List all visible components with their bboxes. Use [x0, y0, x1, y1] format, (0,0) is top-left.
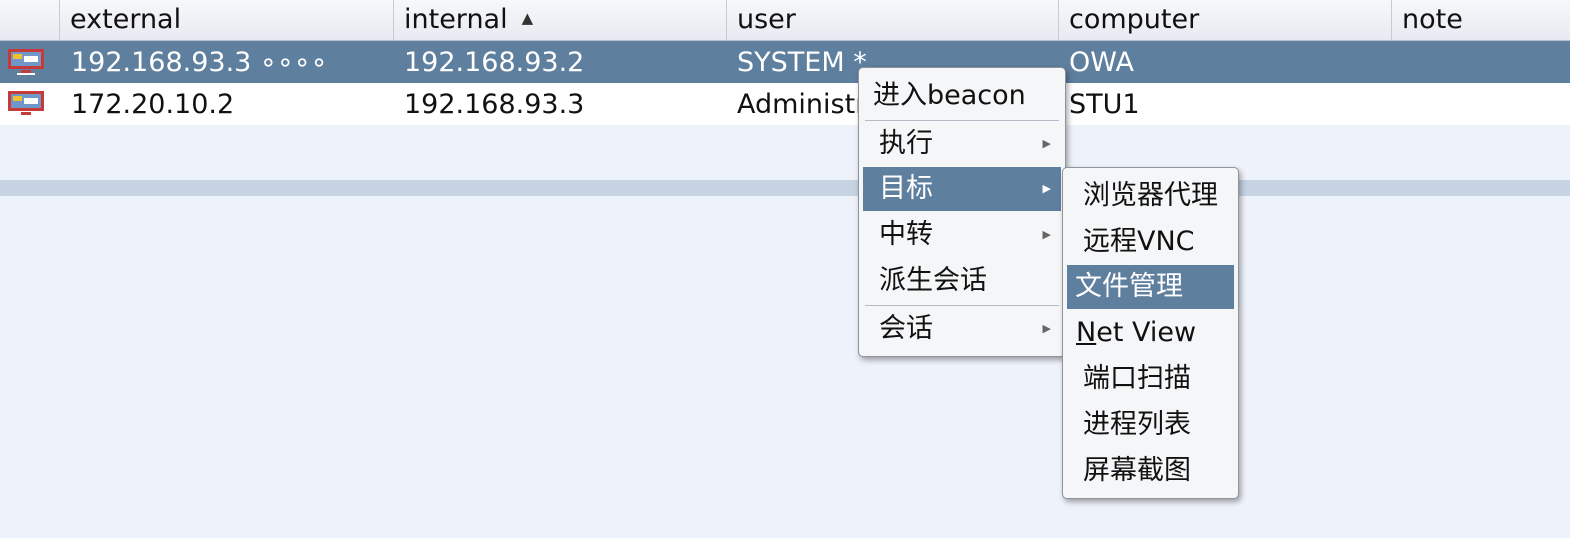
submenu-arrow-icon: ▶ — [1042, 322, 1051, 335]
cell-internal: 192.168.93.3 — [404, 89, 585, 120]
menu-item-label: 屏幕截图 — [1083, 455, 1191, 486]
cell-external: 172.20.10.2 — [71, 89, 235, 120]
windows-monitor-icon — [7, 89, 47, 119]
menu-item-net-view[interactable]: Net View — [1067, 311, 1234, 355]
cell-computer: STU1 — [1069, 89, 1140, 120]
menu-item-label: 进入beacon — [873, 80, 1026, 111]
submenu-arrow-icon: ▶ — [1042, 228, 1051, 241]
split-pane-divider[interactable] — [0, 180, 1570, 196]
menu-separator — [865, 305, 1059, 306]
cell-note — [1402, 41, 1562, 83]
menu-item-label: 会话 — [879, 313, 933, 344]
column-header-external[interactable]: external — [60, 0, 394, 40]
column-header-computer[interactable]: computer — [1059, 0, 1392, 40]
menu-item-label: et View — [1096, 317, 1197, 348]
menu-item-remote-vnc[interactable]: 远程VNC — [1067, 220, 1234, 264]
cell-internal: 192.168.93.2 — [404, 47, 585, 78]
menu-item-spawn-session[interactable]: 派生会话 — [863, 259, 1061, 303]
menu-item-browser-pivot[interactable]: 浏览器代理 — [1067, 174, 1234, 218]
context-menu: 进入beacon 执行 ▶ 目标 ▶ 中转 ▶ 派生会话 会话 ▶ — [858, 67, 1066, 357]
menu-item-label: 执行 — [879, 128, 933, 159]
menu-item-label: 中转 — [879, 219, 933, 250]
table-row[interactable]: 172.20.10.2 192.168.93.3 Administrator S… — [0, 83, 1570, 125]
sort-ascending-icon: ▲ — [521, 9, 534, 27]
column-header-external-label: external — [70, 4, 182, 35]
menu-item-label: 端口扫描 — [1083, 363, 1191, 394]
column-header-note-label: note — [1402, 4, 1463, 35]
column-header-internal-label: internal — [404, 4, 508, 35]
cell-external: 192.168.93.3 ∘∘∘∘ — [71, 47, 328, 78]
menu-item-pivot[interactable]: 中转 ▶ — [863, 213, 1061, 257]
submenu-arrow-icon: ▶ — [1042, 137, 1051, 150]
menu-item-mnemonic: N — [1076, 317, 1097, 348]
windows-monitor-icon — [7, 47, 47, 77]
table-header: external internal ▲ user computer note — [0, 0, 1570, 41]
menu-item-screenshot[interactable]: 屏幕截图 — [1067, 449, 1234, 493]
column-header-internal[interactable]: internal ▲ — [394, 0, 727, 40]
menu-item-label: 文件管理 — [1075, 271, 1183, 302]
menu-item-interact-beacon[interactable]: 进入beacon — [863, 74, 1061, 118]
menu-item-target[interactable]: 目标 ▶ — [863, 167, 1061, 211]
menu-item-label: 进程列表 — [1083, 409, 1191, 440]
menu-item-file-browser[interactable]: 文件管理 — [1067, 265, 1234, 309]
header-icon-column[interactable] — [0, 0, 60, 40]
menu-item-label: 派生会话 — [879, 265, 987, 296]
table-row[interactable]: 192.168.93.3 ∘∘∘∘ 192.168.93.2 SYSTEM * … — [0, 41, 1570, 83]
menu-item-execute[interactable]: 执行 ▶ — [863, 122, 1061, 166]
menu-item-label: 远程VNC — [1083, 226, 1195, 257]
menu-item-label: 目标 — [879, 173, 933, 204]
menu-separator — [865, 120, 1059, 121]
menu-item-session[interactable]: 会话 ▶ — [863, 307, 1061, 351]
menu-item-process-list[interactable]: 进程列表 — [1067, 403, 1234, 447]
column-header-user[interactable]: user — [727, 0, 1059, 40]
column-header-user-label: user — [737, 4, 796, 35]
submenu-arrow-icon: ▶ — [1042, 182, 1051, 195]
target-submenu: 浏览器代理 远程VNC 文件管理 Net View 端口扫描 进程列表 屏幕截图 — [1062, 167, 1239, 499]
menu-item-label: 浏览器代理 — [1083, 180, 1218, 211]
column-header-note[interactable]: note — [1392, 0, 1570, 40]
cell-computer: OWA — [1069, 47, 1134, 78]
column-header-computer-label: computer — [1069, 4, 1200, 35]
menu-item-port-scan[interactable]: 端口扫描 — [1067, 357, 1234, 401]
cell-note — [1402, 83, 1562, 125]
